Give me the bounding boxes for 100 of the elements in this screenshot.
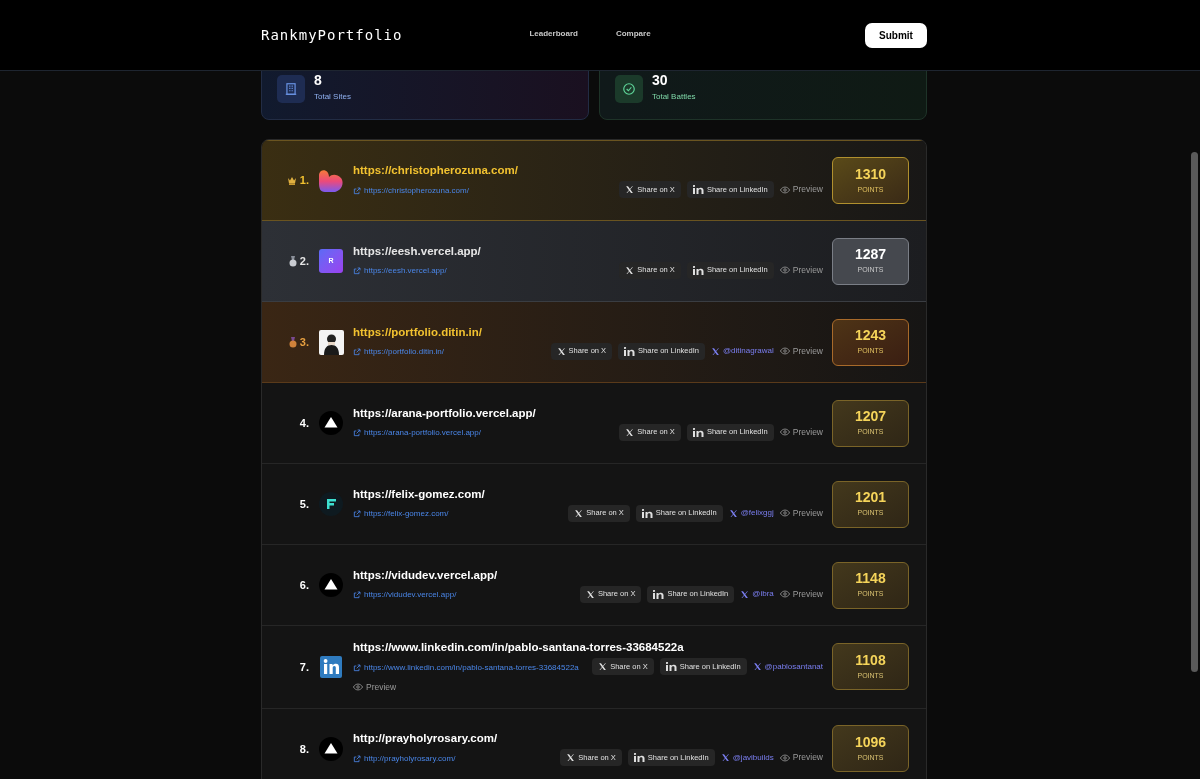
scrollbar[interactable] <box>1191 152 1198 672</box>
x-logo-icon <box>598 662 608 671</box>
eye-icon <box>779 266 790 274</box>
site-link[interactable]: https://eesh.vercel.app/ <box>353 265 447 277</box>
linkedin-icon <box>692 265 704 275</box>
stat-label: Total Battles <box>652 91 696 103</box>
points-value: 1108 <box>855 652 886 669</box>
rank-number: 1. <box>299 173 309 189</box>
stat-label: Total Sites <box>314 91 351 103</box>
linkedin-icon <box>692 185 704 194</box>
triangle-logo-icon <box>319 411 343 435</box>
external-link-icon <box>353 591 361 599</box>
external-link-icon <box>353 510 361 518</box>
site-title[interactable]: https://vidudev.vercel.app/ <box>353 567 823 582</box>
site-title[interactable]: https://eesh.vercel.app/ <box>353 243 823 258</box>
triangle-logo-icon <box>319 736 343 761</box>
preview-link[interactable]: Preview <box>779 344 823 358</box>
rank-number: 3. <box>299 334 309 350</box>
site-title[interactable]: https://arana-portfolio.vercel.app/ <box>353 405 823 420</box>
eye-icon <box>779 428 790 436</box>
x-logo-icon <box>625 427 635 437</box>
x-logo-icon <box>752 662 762 671</box>
site-logo[interactable]: RankmyPortfolio <box>261 24 403 46</box>
preview-link[interactable]: Preview <box>779 263 823 277</box>
x-logo-icon <box>720 753 730 763</box>
stat-value: 8 <box>314 72 323 88</box>
nav-link[interactable]: Compare <box>615 28 651 40</box>
linkedin-icon <box>692 427 704 437</box>
rank-number: 5. <box>299 496 309 512</box>
rank-number: 8. <box>299 741 309 757</box>
external-link-icon <box>353 267 361 275</box>
eye-icon <box>779 509 790 517</box>
site-link[interactable]: https://www.linkedin.com/in/pablo-santana-torres-33684522a <box>353 661 579 674</box>
x-logo-icon <box>574 508 584 518</box>
triangle-logo-icon <box>319 573 343 597</box>
site-title[interactable]: https://felix-gomez.com/ <box>353 486 823 501</box>
twitter-handle-link[interactable]: @ditinagrawal <box>710 345 774 357</box>
external-link-icon <box>353 186 361 195</box>
rank-number: 7. <box>299 659 309 675</box>
linkedin-icon <box>641 508 653 518</box>
eye-icon <box>779 753 790 762</box>
stat-value: 30 <box>652 72 669 88</box>
check-circle-icon <box>622 82 636 96</box>
medal-icon <box>288 255 297 267</box>
linkedin-icon <box>633 753 645 763</box>
site-link[interactable]: https://arana-portfolio.vercel.app/ <box>353 427 481 439</box>
preview-link[interactable]: Preview <box>779 587 823 601</box>
linkedin-icon <box>665 662 677 671</box>
f-logo-icon <box>319 492 343 516</box>
eye-icon <box>779 185 790 194</box>
crown-icon <box>286 176 297 185</box>
points-value: 1148 <box>855 570 886 587</box>
external-link-icon <box>353 429 361 437</box>
preview-link[interactable]: Preview <box>779 751 823 765</box>
x-logo-icon <box>625 265 635 275</box>
x-logo-icon <box>728 508 738 518</box>
site-link[interactable]: https://christopherozuna.com/ <box>353 184 469 197</box>
site-title[interactable]: https://portfolio.ditin.in/ <box>353 324 823 339</box>
preview-link[interactable]: Preview <box>779 425 823 439</box>
rank-number: 2. <box>299 253 309 269</box>
external-link-icon <box>353 663 361 672</box>
site-title[interactable]: https://www.linkedin.com/in/pablo-santana-torres-33684522a <box>353 640 823 654</box>
x-logo-icon <box>566 753 576 763</box>
medal-icon <box>288 336 297 348</box>
rank-number: 4. <box>299 415 309 431</box>
site-link[interactable]: https://portfolio.ditin.in/ <box>353 346 445 358</box>
site-link[interactable]: https://felix-gomez.com/ <box>353 508 449 520</box>
x-logo-icon <box>556 346 566 356</box>
x-logo-icon <box>625 185 635 194</box>
preview-link[interactable]: Preview <box>779 183 823 196</box>
x-logo-icon <box>740 589 750 599</box>
external-link-icon <box>353 348 361 356</box>
linkedin-logo-icon <box>320 655 342 678</box>
twitter-handle-link[interactable]: @ibra <box>740 588 774 600</box>
linkedin-icon <box>624 346 636 356</box>
twitter-handle-link[interactable]: @pablosantanat <box>752 660 823 673</box>
building-icon <box>284 82 298 96</box>
points-value: 1096 <box>854 734 887 750</box>
eye-icon <box>779 347 790 355</box>
twitter-handle-link[interactable]: @felixggj <box>728 507 774 519</box>
nav-link[interactable]: Leaderboard <box>529 28 578 40</box>
site-link[interactable]: http://prayholyrosary.com/ <box>353 752 456 765</box>
x-logo-icon <box>585 589 595 599</box>
site-title[interactable]: http://prayholyrosary.com/ <box>353 731 823 746</box>
site-link[interactable]: https://vidudev.vercel.app/ <box>353 589 457 601</box>
x-logo-icon <box>710 346 720 356</box>
points-value: 1201 <box>854 489 887 506</box>
points-value: 1310 <box>854 165 887 182</box>
twitter-handle-link[interactable]: @javibuilds <box>720 751 774 764</box>
site-title[interactable]: https://christopherozuna.com/ <box>353 163 823 177</box>
preview-link[interactable]: Preview <box>779 506 823 520</box>
eye-icon <box>353 683 363 692</box>
heart-logo-icon <box>318 168 344 193</box>
submit-button[interactable]: Submit <box>865 22 927 48</box>
external-link-icon <box>353 754 361 763</box>
points-value: 1207 <box>854 408 887 425</box>
rank-number: 6. <box>299 577 309 593</box>
points-value: 1243 <box>854 327 887 344</box>
preview-link[interactable]: Preview <box>353 681 397 694</box>
points-value: 1287 <box>854 246 887 263</box>
